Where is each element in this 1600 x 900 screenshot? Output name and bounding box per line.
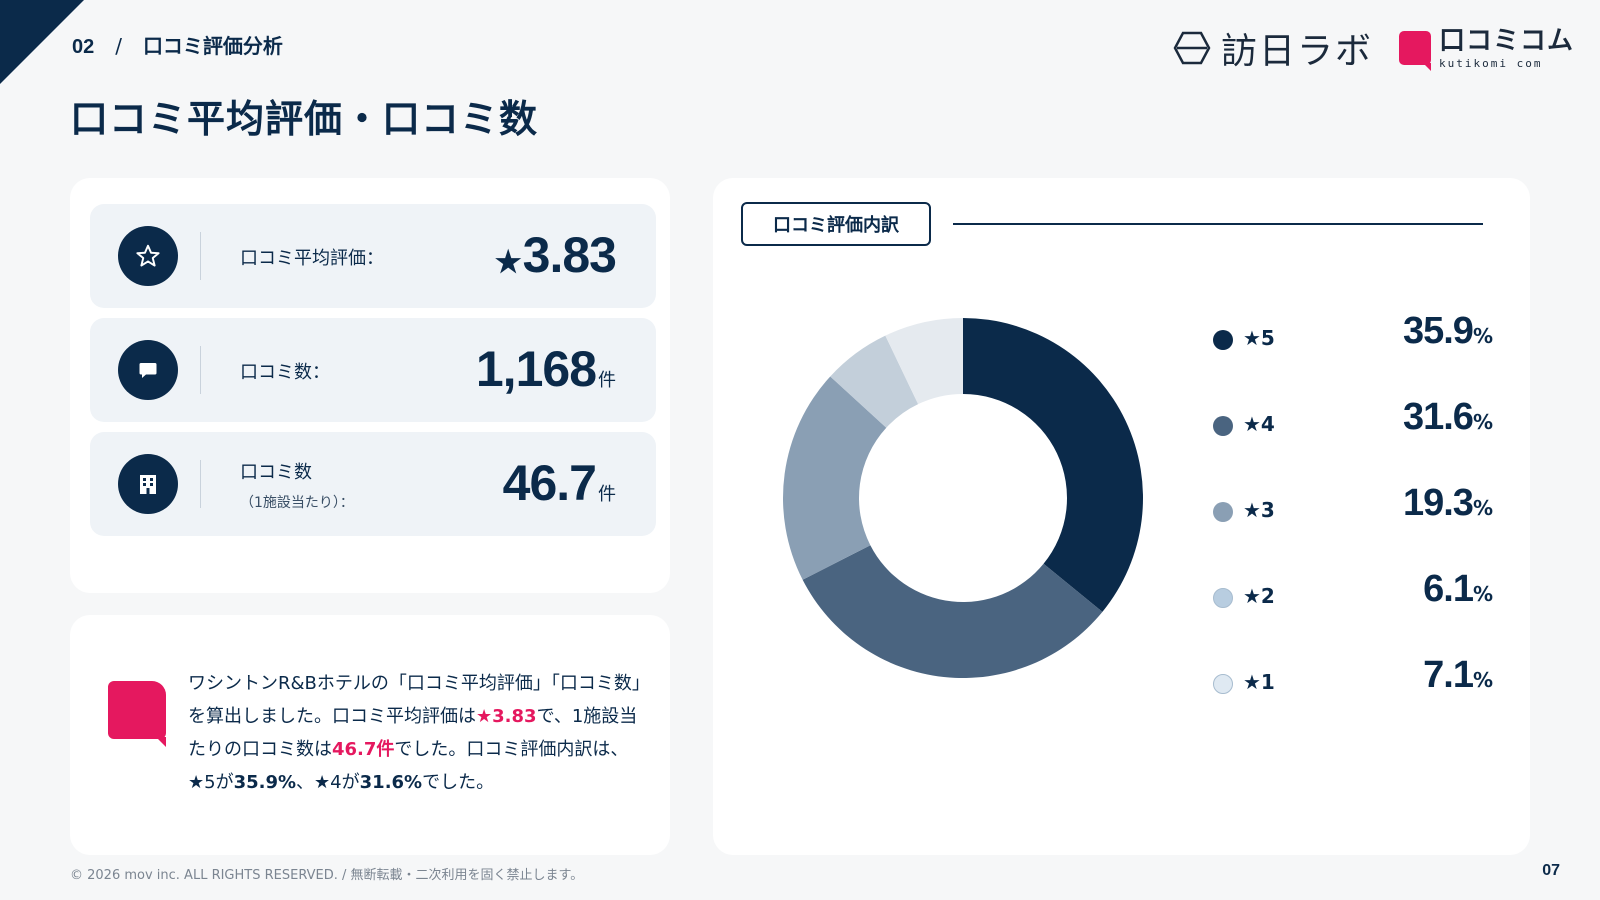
legend-value: 7.1%	[1423, 654, 1493, 697]
legend-item: ★1 7.1%	[1213, 654, 1493, 748]
data-label: 19.3	[1402, 482, 1474, 524]
legend-dot-icon	[1213, 416, 1233, 436]
kutikomi-mark-icon	[108, 681, 166, 747]
legend-value: 6.1%	[1423, 568, 1493, 611]
chat-icon	[118, 340, 178, 400]
section-number: 02	[72, 36, 95, 58]
stat-average-rating: 口コミ平均評価： ★ 3.83	[90, 204, 656, 308]
section-title: 口コミ評価分析	[142, 34, 283, 58]
legend-label: ★5	[1243, 326, 1275, 350]
stat-label: 口コミ数	[240, 462, 312, 483]
breadcrumb: 02 / 口コミ評価分析	[72, 30, 283, 59]
legend-label: ★4	[1243, 412, 1275, 436]
data-label-unit: %	[1472, 582, 1493, 606]
divider	[200, 346, 201, 394]
stat-reviews-per-facility: 口コミ数 （1施設当たり）： 46.7 件	[90, 432, 656, 536]
legend-label: ★3	[1243, 498, 1275, 522]
legend-value: 19.3%	[1403, 482, 1493, 525]
kutikomi-mark-icon	[1398, 31, 1431, 71]
legend-value: 35.9%	[1403, 310, 1493, 353]
bold-five-star: 35.9%	[233, 772, 297, 793]
logo2-text: 口コミコム	[1438, 25, 1574, 56]
bold-four-star: 31.6%	[359, 772, 423, 793]
stat-value: ★ 3.83	[494, 226, 617, 284]
legend-item: ★3 19.3%	[1213, 482, 1493, 576]
data-label-unit: %	[1472, 668, 1493, 692]
stats-card: 口コミ平均評価： ★ 3.83 口コミ数： 1,168 件 口コミ数 （1施設当…	[70, 178, 670, 593]
legend-dot-icon	[1213, 330, 1233, 350]
stat-sublabel: （1施設当たり）：	[240, 495, 354, 511]
copyright: © 2026 mov inc. ALL RIGHTS RESERVED. / 無…	[70, 868, 584, 883]
legend-item: ★4 31.6%	[1213, 396, 1493, 490]
legend-label: ★1	[1243, 670, 1275, 694]
breadcrumb-separator: /	[115, 34, 122, 58]
data-label: 35.9	[1402, 310, 1474, 352]
legend-dot-icon	[1213, 674, 1233, 694]
data-label-unit: %	[1472, 410, 1493, 434]
houbichi-lab-logo: 訪日ラボ	[1173, 22, 1373, 74]
summary-text-part: 、★4が	[296, 772, 360, 793]
stat-number: 1,168	[475, 341, 597, 397]
highlight-rating: ★3.83	[476, 706, 537, 727]
summary-text: ワシントンR&Bホテルの「口コミ平均評価」「口コミ数」を算出しました。口コミ平均…	[188, 667, 648, 799]
logo-area: 訪日ラボ 口コミコム kutikomi com	[1173, 22, 1574, 74]
data-label: 6.1	[1423, 568, 1474, 610]
divider	[200, 232, 201, 280]
star-icon	[118, 226, 178, 286]
stat-number: 46.7	[502, 455, 597, 511]
donut-slice-5-star	[963, 318, 1143, 612]
summary-text-part: でした。	[422, 772, 495, 793]
page-number: 07	[1542, 862, 1560, 879]
stat-label: 口コミ平均評価：	[240, 248, 384, 269]
chart-legend: ★5 35.9% ★4 31.6% ★3 19.3% ★2 6.1% ★1 7.1%	[1213, 310, 1493, 748]
legend-item: ★2 6.1%	[1213, 568, 1493, 662]
stat-label: 口コミ数：	[240, 362, 330, 383]
logo2-subtext: kutikomi com	[1438, 56, 1543, 70]
stat-value: 46.7 件	[503, 454, 616, 512]
kutikomi-logo: 口コミコム kutikomi com	[1398, 25, 1574, 71]
highlight-count: 46.7件	[332, 739, 395, 760]
data-label-unit: %	[1472, 324, 1493, 348]
chart-title: 口コミ評価内訳	[741, 202, 931, 246]
legend-dot-icon	[1213, 502, 1233, 522]
data-label: 31.6	[1402, 396, 1474, 438]
legend-label: ★2	[1243, 584, 1275, 608]
legend-dot-icon	[1213, 588, 1233, 608]
legend-value: 31.6%	[1403, 396, 1493, 439]
stat-review-count: 口コミ数： 1,168 件	[90, 318, 656, 422]
stat-unit: 件	[598, 370, 616, 391]
hexagon-logo-icon	[1173, 31, 1211, 65]
chart-card: 口コミ評価内訳 ★5 35.9% ★4 31.6% ★3 19.3% ★2 6.1% ★1 7.1…	[713, 178, 1530, 855]
chart-title-rule	[953, 223, 1483, 225]
stat-value: 1,168 件	[476, 340, 616, 398]
logo1-text: 訪日ラボ	[1220, 31, 1373, 72]
building-icon	[118, 454, 178, 514]
data-label-unit: %	[1472, 496, 1493, 520]
stat-number: 3.83	[522, 227, 617, 283]
legend-item: ★5 35.9%	[1213, 310, 1493, 404]
page-title: 口コミ平均評価・口コミ数	[70, 97, 539, 141]
donut-chart	[782, 318, 1143, 678]
stat-prefix: ★	[494, 246, 522, 279]
summary-card: ワシントンR&Bホテルの「口コミ平均評価」「口コミ数」を算出しました。口コミ平均…	[70, 615, 670, 855]
divider	[200, 460, 201, 508]
stat-unit: 件	[598, 484, 616, 505]
data-label: 7.1	[1423, 654, 1474, 696]
